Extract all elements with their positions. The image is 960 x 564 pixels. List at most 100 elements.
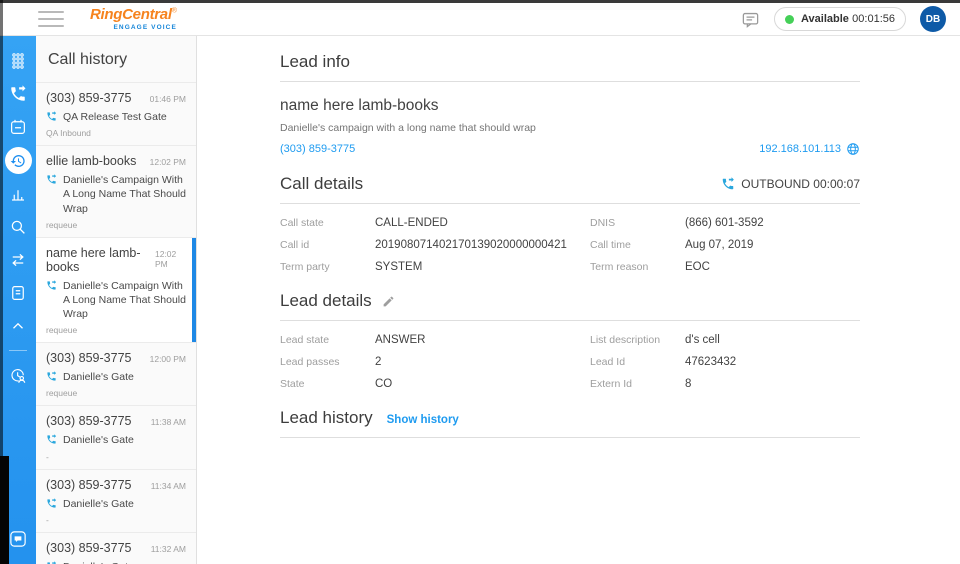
field-value: EOC (685, 261, 710, 273)
call-item-note: QA Inbound (46, 128, 91, 139)
lead-history-heading: Lead history Show history (280, 408, 860, 428)
call-history-list: (303) 859-3775 01:46 PM QA Release Test … (36, 82, 196, 564)
call-item-time: 11:38 AM (150, 417, 186, 428)
field-value: SYSTEM (375, 261, 423, 273)
field-label: Call time (590, 239, 631, 251)
divider (280, 81, 860, 82)
call-item-time: 12:02 PM (154, 248, 177, 269)
call-item-note: requeue (46, 325, 78, 336)
call-history-item[interactable]: (303) 859-3775 11:32 AM Danielle's Gate … (36, 531, 196, 564)
show-history-link[interactable]: Show history (387, 414, 459, 426)
lead-name: name here lamb-books (280, 97, 439, 114)
transfer-icon[interactable] (3, 245, 33, 275)
field-value: 201908071402170139020000000421 (375, 239, 567, 251)
status-label: Available (801, 13, 849, 25)
call-item-note: requeue (46, 388, 78, 399)
avatar[interactable]: DB (920, 6, 946, 32)
field-label: Extern Id (590, 378, 633, 390)
field-label: List description (590, 334, 661, 346)
header-right: Available 00:01:56 DB (741, 6, 946, 32)
divider (280, 437, 860, 438)
call-history-item[interactable]: (303) 859-3775 01:46 PM QA Release Test … (36, 82, 196, 145)
phone-outbound-icon (47, 371, 57, 381)
field-label: Lead passes (280, 356, 340, 368)
call-item-gate: Danielle's Gate (63, 434, 134, 447)
lead-info-title: Lead info (280, 52, 350, 71)
field-label: Call state (280, 217, 324, 229)
field-pair: Extern Id 8 (590, 378, 860, 390)
logo-product: ENGAGE VOICE (113, 23, 177, 31)
call-item-time: 11:34 AM (150, 480, 186, 491)
divider (280, 203, 860, 204)
message-icon[interactable] (741, 10, 760, 29)
stats-icon[interactable] (3, 179, 33, 209)
call-item-note: - (46, 451, 49, 462)
field-value: 47623432 (685, 356, 737, 368)
agent-history-icon[interactable] (3, 361, 33, 391)
phone-outbound-icon (47, 497, 57, 508)
script-icon[interactable] (3, 278, 33, 308)
call-item-title: (303) 859-3775 (46, 351, 132, 366)
field-pair: Call id 201908071402170139020000000421 (280, 239, 580, 251)
call-item-time: 01:46 PM (149, 94, 186, 104)
phone-outbound-icon (47, 279, 57, 290)
field-pair: Call time Aug 07, 2019 (590, 239, 860, 251)
lead-phone-link[interactable]: (303) 859-3775 (280, 143, 355, 155)
lead-ip-link[interactable]: 192.168.101.113 (759, 143, 841, 155)
call-item-title: (303) 859-3775 (46, 477, 132, 492)
call-details-heading: Call details OUTBOUND 00:00:07 (280, 174, 860, 194)
call-details-title: Call details (280, 174, 364, 193)
logo-brand: RingCentral (90, 5, 172, 23)
divider (280, 320, 860, 321)
call-item-title: (303) 859-3775 (46, 414, 132, 429)
field-label: DNIS (590, 217, 616, 229)
call-item-title: (303) 859-3775 (46, 91, 132, 105)
top-header: RingCentral® ENGAGE VOICE Available 00:0… (0, 0, 960, 36)
call-history-item[interactable]: (303) 859-3775 11:34 AM Danielle's Gate … (36, 468, 196, 532)
call-item-note: - (46, 514, 49, 525)
dialpad-icon[interactable] (3, 46, 33, 76)
field-value: ANSWER (375, 334, 426, 346)
call-history-panel: Call history (303) 859-3775 01:46 PM QA … (36, 36, 197, 564)
field-value: CO (375, 378, 393, 390)
field-pair: Term reason EOC (590, 261, 860, 273)
field-value: d's cell (685, 334, 720, 346)
field-pair: Call state CALL-ENDED (280, 217, 580, 229)
phone-outbound-icon (47, 111, 57, 121)
call-item-gate: Danielle's Gate (63, 497, 134, 510)
call-history-item[interactable]: (303) 859-3775 12:00 PM Danielle's Gate … (36, 342, 196, 405)
field-label: Lead Id (590, 356, 626, 368)
field-value: Aug 07, 2019 (685, 239, 754, 251)
call-history-item[interactable]: name here lamb-books 12:02 PM Danielle's… (36, 236, 196, 343)
field-pair: Term party SYSTEM (280, 261, 580, 273)
field-value: CALL-ENDED (375, 217, 448, 229)
lead-details-title: Lead details (280, 291, 372, 310)
field-label: State (280, 378, 305, 390)
field-pair: List description d's cell (590, 334, 860, 346)
call-history-item[interactable]: (303) 859-3775 11:38 AM Danielle's Gate … (36, 405, 196, 468)
search-icon[interactable] (3, 212, 33, 242)
call-item-title: name here lamb-books (46, 245, 141, 274)
field-label: Lead state (280, 334, 330, 346)
outbound-phone-icon (723, 177, 735, 190)
field-label: Call id (280, 239, 310, 251)
app-window: RingCentral® ENGAGE VOICE Available 00:0… (0, 0, 960, 564)
agent-status-selector[interactable]: Available 00:01:56 (774, 7, 906, 31)
lead-details-heading: Lead details (280, 291, 860, 311)
field-pair: State CO (280, 378, 580, 390)
hamburger-menu-icon[interactable] (38, 11, 64, 27)
call-history-icon[interactable] (4, 147, 32, 174)
field-pair: Lead passes 2 (280, 356, 580, 368)
status-dot-icon (785, 14, 794, 24)
collapse-icon[interactable] (3, 311, 33, 341)
globe-icon[interactable] (846, 142, 860, 156)
field-value: 8 (685, 378, 692, 390)
phone-outbound-icon[interactable] (3, 79, 33, 109)
call-item-gate: QA Release Test Gate (63, 111, 167, 123)
call-history-title: Call history (48, 51, 128, 68)
phone-outbound-icon (47, 174, 57, 184)
call-item-title: ellie lamb-books (46, 154, 137, 169)
call-history-item[interactable]: ellie lamb-books 12:02 PM Danielle's Cam… (36, 145, 196, 237)
schedule-icon[interactable] (3, 112, 33, 142)
edit-lead-icon[interactable] (382, 295, 395, 308)
